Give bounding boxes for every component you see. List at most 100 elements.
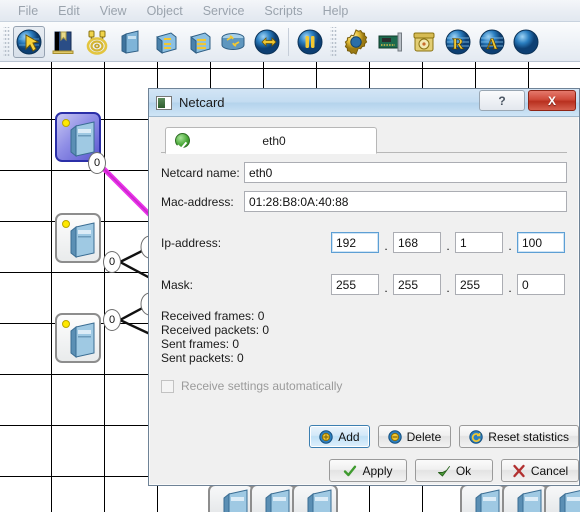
ip-dot-3: . (508, 238, 512, 253)
a-tool-button[interactable]: A (476, 26, 508, 58)
menu-item-file[interactable]: File (8, 2, 48, 20)
menu-item-object[interactable]: Object (137, 2, 193, 20)
run-tool-button[interactable] (251, 26, 283, 58)
app-window: File Edit View Object Service Scripts He… (0, 0, 580, 512)
menu-item-edit[interactable]: Edit (48, 2, 90, 20)
host-node-3-port[interactable]: 0 (103, 309, 121, 331)
netcard-name-label: Netcard name: (161, 165, 240, 180)
sent-frames-text: Sent frames: 0 (161, 337, 240, 351)
ip-dot-1: . (384, 238, 388, 253)
menu-item-view[interactable]: View (90, 2, 137, 20)
r-tool-button[interactable]: R (442, 26, 474, 58)
cable-tool-button[interactable] (81, 26, 113, 58)
tab-eth0[interactable]: eth0 (165, 127, 377, 154)
mask-octet-2-input[interactable]: 255 (393, 274, 441, 295)
toolbar-grip-2[interactable] (330, 26, 337, 57)
green-check-icon (175, 133, 190, 148)
gear-icon (344, 28, 368, 55)
mask-octet-1-input[interactable]: 255 (331, 274, 379, 295)
host-node-strip-5[interactable] (502, 484, 548, 512)
mac-address-label: Mac-address: (161, 194, 234, 209)
netcard-window-icon (156, 95, 172, 110)
host-node-strip-1[interactable] (208, 484, 254, 512)
computer-icon (559, 490, 580, 512)
host-node-strip-6[interactable] (544, 484, 580, 512)
settings-tool-button[interactable] (340, 26, 372, 58)
host-node-3[interactable] (55, 313, 101, 363)
computer-icon (121, 29, 139, 54)
received-packets-text: Received packets: 0 (161, 323, 270, 337)
mac-address-input[interactable]: 01:28:B8:0A:40:88 (244, 191, 567, 212)
notes-tool-button[interactable] (47, 26, 79, 58)
computer-tool-button[interactable] (115, 26, 147, 58)
ip-octet-2-input[interactable]: 168 (393, 232, 441, 253)
mask-dot-2: . (446, 280, 450, 295)
netcard-dialog: Netcard ? X eth0 Netcard name: eth0 Mac-… (148, 88, 580, 486)
netcard-tool-button[interactable] (374, 26, 406, 58)
ip-octet-1-input[interactable]: 192 (331, 232, 379, 253)
toolbar: R A (0, 22, 580, 62)
refresh-circle-icon (469, 429, 483, 444)
reset-statistics-button[interactable]: Reset statistics (459, 425, 579, 448)
mask-octet-3-input[interactable]: 255 (455, 274, 503, 295)
ok-button-label: Ok (455, 463, 472, 478)
computer-icon (475, 489, 500, 512)
select-tool-button[interactable] (13, 25, 45, 58)
delete-button[interactable]: Delete (377, 425, 452, 448)
statistics-block: Received frames: 0 Received packets: 0 S… (161, 309, 567, 365)
tape-icon (413, 32, 435, 51)
switch-tool-button[interactable] (149, 26, 181, 58)
computer-icon (223, 489, 248, 512)
host-node-1-port[interactable]: 0 (88, 152, 106, 174)
computer-icon (70, 322, 95, 359)
host-node-strip-3[interactable] (292, 484, 338, 512)
port-label: 0 (108, 256, 116, 268)
link-black-4 (119, 318, 151, 336)
tab-strip: eth0 (161, 127, 567, 154)
hub-icon (190, 31, 211, 54)
menu-bar: File Edit View Object Service Scripts He… (0, 0, 580, 22)
add-button[interactable]: Add (309, 425, 370, 448)
pause-tool-button[interactable] (294, 26, 326, 58)
hub-tool-button[interactable] (183, 26, 215, 58)
cable-coil-icon (86, 30, 108, 55)
ip-address-row: Ip-address: 192 . 168 . 1 . 100 (161, 232, 567, 253)
ip-octet-4-input[interactable]: 100 (517, 232, 565, 253)
arrows-lr-icon (254, 29, 280, 54)
record-tool-button[interactable] (408, 26, 440, 58)
help-button[interactable]: ? (479, 90, 525, 111)
host-node-strip-2[interactable] (250, 484, 296, 512)
netcard-name-row: Netcard name: eth0 (161, 162, 567, 183)
menu-item-service[interactable]: Service (193, 2, 255, 20)
menu-item-help[interactable]: Help (313, 2, 359, 20)
dialog-title-bar[interactable]: Netcard ? X (149, 89, 579, 117)
apply-button[interactable]: Apply (329, 459, 407, 482)
delete-button-label: Delete (406, 429, 442, 444)
extra-tool-button[interactable] (510, 26, 542, 58)
computer-icon (70, 222, 95, 259)
mask-octet-4-input[interactable]: 0 (517, 274, 565, 295)
toolbar-grip[interactable] (3, 26, 10, 57)
host-node-2[interactable] (55, 213, 101, 263)
notebook-icon (52, 31, 74, 54)
sent-packets-text: Sent packets: 0 (161, 351, 244, 365)
netcard-name-input[interactable]: eth0 (244, 162, 567, 183)
ok-button[interactable]: Ok (415, 459, 493, 482)
reset-statistics-button-label: Reset statistics (488, 429, 569, 444)
close-button[interactable]: X (528, 90, 576, 111)
pause-icon (297, 29, 323, 54)
host-node-2-port[interactable]: 0 (103, 251, 121, 273)
host-node-strip-4[interactable] (460, 484, 506, 512)
received-frames-text: Received frames: 0 (161, 309, 265, 323)
footer-button-row: Apply Ok Cancel (321, 459, 579, 482)
switch-icon (156, 31, 177, 54)
cancel-button[interactable]: Cancel (501, 459, 579, 482)
computer-icon (307, 489, 332, 512)
ip-octet-3-input[interactable]: 1 (455, 232, 503, 253)
mac-address-row: Mac-address: 01:28:B8:0A:40:88 (161, 191, 567, 212)
toolbar-separator-1 (288, 27, 289, 56)
menu-item-scripts[interactable]: Scripts (254, 2, 312, 20)
router-tool-button[interactable] (217, 26, 249, 58)
netcard-board-icon (378, 32, 402, 51)
receive-settings-checkbox[interactable] (161, 379, 174, 393)
